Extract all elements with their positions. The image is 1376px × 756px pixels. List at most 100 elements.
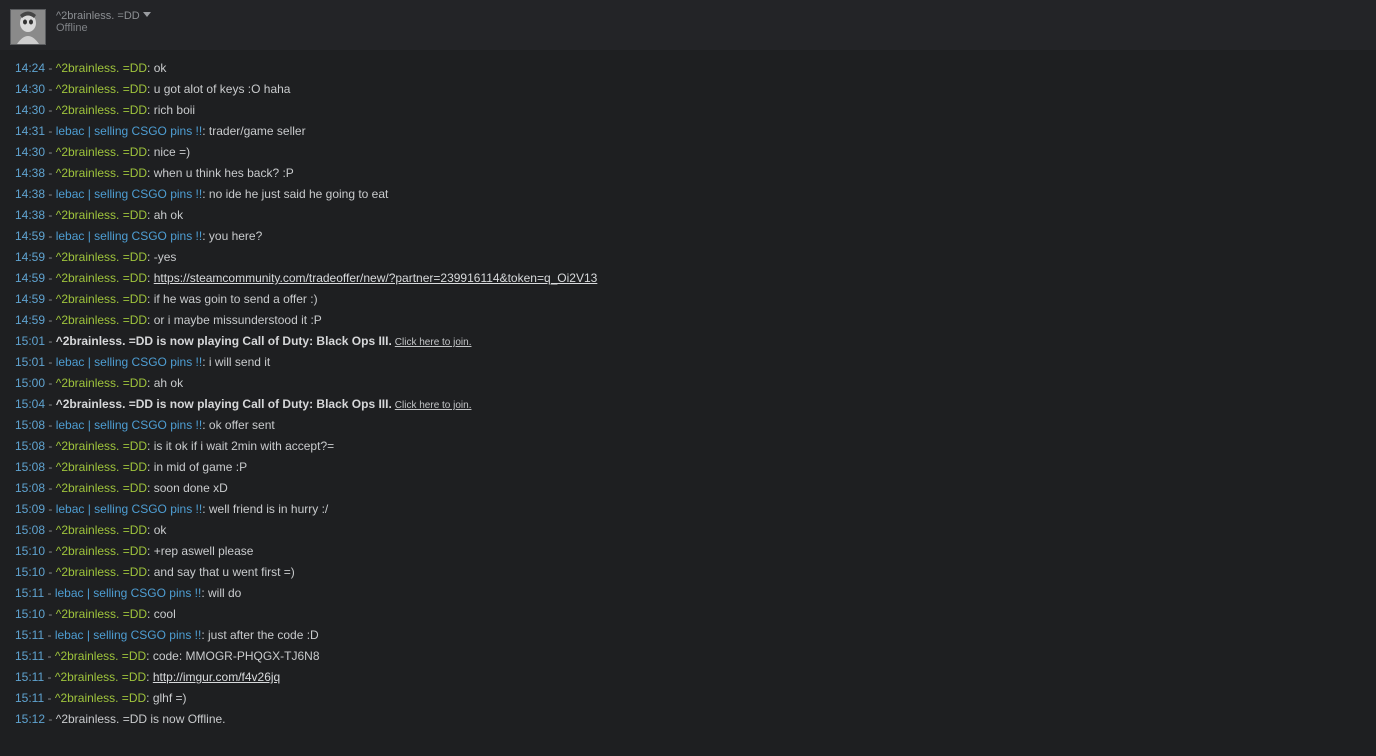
- chat-message-row: 14:59 - ^2brainless. =DD: https://steamc…: [15, 268, 1355, 289]
- message-text: and say that u went first =): [153, 565, 295, 579]
- friend-avatar[interactable]: [10, 9, 46, 45]
- message-text: ok offer sent: [208, 418, 275, 432]
- timestamp-separator: -: [45, 313, 56, 327]
- sender-colon: :: [147, 460, 154, 474]
- message-text: soon done xD: [153, 481, 228, 495]
- sender-colon: :: [147, 376, 154, 390]
- message-timestamp: 15:10: [15, 607, 46, 621]
- message-timestamp: 15:10: [15, 544, 46, 558]
- chat-message-row: 15:08 - ^2brainless. =DD: in mid of game…: [15, 457, 1355, 478]
- timestamp-separator: -: [45, 229, 56, 243]
- sender-colon: :: [147, 565, 154, 579]
- timestamp-separator: -: [45, 208, 56, 222]
- message-timestamp: 14:59: [15, 229, 46, 243]
- message-timestamp: 14:38: [15, 187, 46, 201]
- message-timestamp: 15:01: [15, 334, 46, 348]
- sender-colon: :: [146, 649, 153, 663]
- sender-colon: :: [147, 439, 154, 453]
- message-timestamp: 15:08: [15, 523, 46, 537]
- timestamp-separator: -: [44, 586, 55, 600]
- timestamp-separator: -: [45, 355, 56, 369]
- message-sender: lebac | selling CSGO pins !!: [55, 355, 203, 369]
- message-text: ah ok: [153, 208, 184, 222]
- message-link[interactable]: http://imgur.com/f4v26jq: [153, 670, 280, 684]
- message-text: just after the code :D: [208, 628, 319, 642]
- chat-message-row: 14:24 - ^2brainless. =DD: ok: [15, 58, 1355, 79]
- message-sender: lebac | selling CSGO pins !!: [55, 124, 203, 138]
- message-sender: lebac | selling CSGO pins !!: [55, 418, 203, 432]
- chat-log: 14:24 - ^2brainless. =DD: ok 14:30 - ^2br…: [15, 58, 1355, 730]
- message-text: when u think hes back? :P: [153, 166, 294, 180]
- message-link[interactable]: https://steamcommunity.com/tradeoffer/ne…: [154, 271, 598, 285]
- timestamp-separator: -: [45, 481, 56, 495]
- chevron-down-icon[interactable]: [143, 12, 151, 17]
- message-sender: lebac | selling CSGO pins !!: [55, 502, 203, 516]
- chat-message-row: 14:38 - lebac | selling CSGO pins !!: no…: [15, 184, 1355, 205]
- message-text: is it ok if i wait 2min with accept?=: [153, 439, 335, 453]
- message-sender: ^2brainless. =DD: [55, 565, 148, 579]
- message-sender: ^2brainless. =DD: [55, 208, 148, 222]
- chat-message-row: 15:08 - lebac | selling CSGO pins !!: ok…: [15, 415, 1355, 436]
- sender-colon: :: [147, 208, 154, 222]
- timestamp-separator: -: [45, 418, 56, 432]
- game-status-event: ^2brainless. =DD is now playing Call of …: [55, 334, 392, 348]
- message-sender: ^2brainless. =DD: [55, 607, 148, 621]
- message-timestamp: 15:11: [15, 628, 45, 642]
- join-game-link[interactable]: Click here to join.: [395, 400, 472, 411]
- message-timestamp: 15:11: [15, 586, 45, 600]
- sender-colon: :: [202, 187, 209, 201]
- message-timestamp: 15:10: [15, 565, 46, 579]
- timestamp-separator: -: [45, 292, 56, 306]
- message-timestamp: 15:09: [15, 502, 46, 516]
- chat-message-row: 14:59 - ^2brainless. =DD: if he was goin…: [15, 289, 1355, 310]
- chat-message-row: 15:09 - lebac | selling CSGO pins !!: we…: [15, 499, 1355, 520]
- message-text: nice =): [153, 145, 191, 159]
- message-timestamp: 15:08: [15, 439, 46, 453]
- sender-colon: :: [146, 691, 153, 705]
- sender-colon: :: [202, 502, 209, 516]
- join-game-link[interactable]: Click here to join.: [395, 337, 472, 348]
- message-sender: lebac | selling CSGO pins !!: [54, 628, 202, 642]
- chat-message-row: 15:12 - ^2brainless. =DD is now Offline.: [15, 709, 1355, 730]
- message-text: -yes: [153, 250, 177, 264]
- message-sender: lebac | selling CSGO pins !!: [55, 187, 203, 201]
- timestamp-separator: -: [45, 439, 56, 453]
- message-text: trader/game seller: [208, 124, 306, 138]
- message-text: cool: [153, 607, 176, 621]
- message-sender: ^2brainless. =DD: [55, 313, 148, 327]
- chat-message-row: 14:31 - lebac | selling CSGO pins !!: tr…: [15, 121, 1355, 142]
- message-sender: ^2brainless. =DD: [55, 103, 148, 117]
- chat-window: ^2brainless. =DD Offline 14:24 - ^2brain…: [0, 0, 1376, 756]
- timestamp-separator: -: [45, 460, 56, 474]
- friend-name[interactable]: ^2brainless. =DD: [56, 10, 140, 22]
- chat-message-row: 15:08 - ^2brainless. =DD: ok: [15, 520, 1355, 541]
- message-text: ok: [153, 523, 167, 537]
- message-timestamp: 14:30: [15, 145, 46, 159]
- message-timestamp: 15:11: [15, 670, 45, 684]
- sender-colon: :: [202, 124, 209, 138]
- timestamp-separator: -: [45, 523, 56, 537]
- sender-colon: :: [202, 418, 209, 432]
- message-timestamp: 15:00: [15, 376, 46, 390]
- message-sender: ^2brainless. =DD: [55, 523, 148, 537]
- timestamp-separator: -: [45, 187, 56, 201]
- message-sender: ^2brainless. =DD: [55, 292, 148, 306]
- message-timestamp: 15:11: [15, 691, 45, 705]
- timestamp-separator: -: [45, 376, 56, 390]
- chat-message-row: 14:38 - ^2brainless. =DD: when u think h…: [15, 163, 1355, 184]
- message-sender: ^2brainless. =DD: [55, 439, 148, 453]
- chat-message-row: 15:10 - ^2brainless. =DD: and say that u…: [15, 562, 1355, 583]
- timestamp-separator: -: [45, 103, 56, 117]
- chat-message-row: 15:01 - ^2brainless. =DD is now playing …: [15, 331, 1355, 352]
- message-text: code: MMOGR-PHQGX-TJ6N8: [152, 649, 320, 663]
- message-text: will do: [208, 586, 242, 600]
- message-sender: lebac | selling CSGO pins !!: [55, 229, 203, 243]
- message-text: i will send it: [208, 355, 271, 369]
- message-timestamp: 14:38: [15, 208, 46, 222]
- offline-event: ^2brainless. =DD is now Offline.: [55, 712, 226, 726]
- message-sender: ^2brainless. =DD: [55, 544, 148, 558]
- sender-colon: :: [147, 271, 154, 285]
- chat-message-row: 15:08 - ^2brainless. =DD: is it ok if i …: [15, 436, 1355, 457]
- message-timestamp: 14:24: [15, 61, 46, 75]
- friend-status: Offline: [56, 22, 88, 34]
